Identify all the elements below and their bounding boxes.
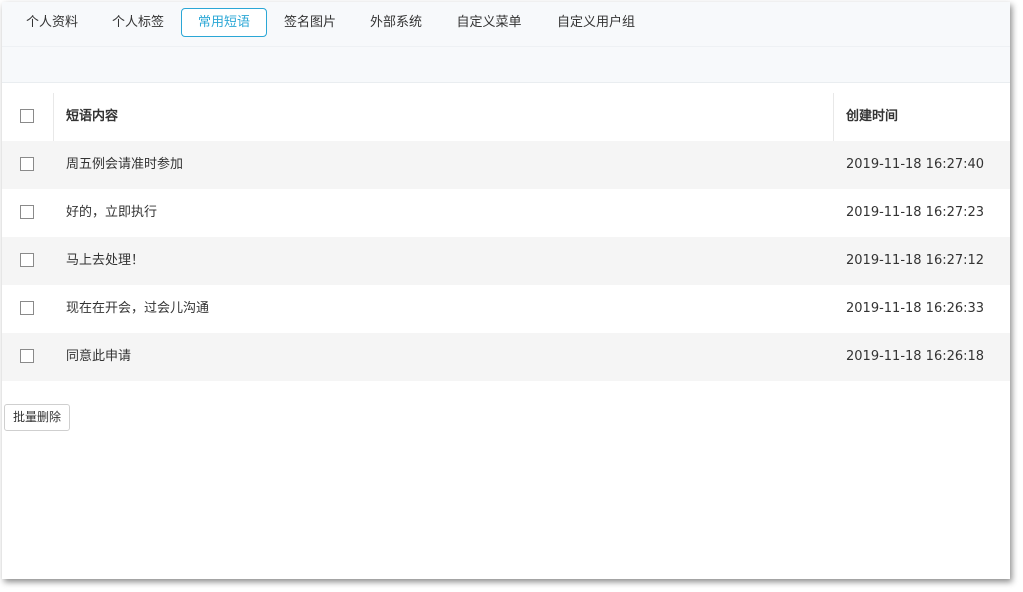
tab-personal-tags[interactable]: 个人标签 bbox=[98, 8, 178, 37]
toolbar-strip bbox=[2, 47, 1010, 83]
batch-delete-button[interactable]: 批量删除 bbox=[4, 404, 70, 431]
row-checkbox[interactable] bbox=[20, 253, 34, 267]
phrases-table: 短语内容 创建时间 周五例会请准时参加 2019-11-18 16:27:40 … bbox=[2, 93, 1010, 381]
phrase-created-time: 2019-11-18 16:27:23 bbox=[846, 205, 985, 220]
row-checkbox[interactable] bbox=[20, 205, 34, 219]
phrase-created-time: 2019-11-18 16:27:12 bbox=[846, 253, 985, 268]
column-divider bbox=[53, 93, 54, 141]
select-all-checkbox[interactable] bbox=[20, 109, 34, 123]
phrase-content: 好的，立即执行 bbox=[66, 205, 158, 220]
phrase-content: 同意此申请 bbox=[66, 349, 132, 364]
row-checkbox[interactable] bbox=[20, 301, 34, 315]
row-checkbox[interactable] bbox=[20, 349, 34, 363]
tab-signature-image[interactable]: 签名图片 bbox=[270, 8, 350, 37]
phrase-created-time: 2019-11-18 16:26:33 bbox=[846, 301, 985, 316]
table-row[interactable]: 好的，立即执行 2019-11-18 16:27:23 bbox=[2, 189, 1010, 237]
phrase-content: 现在在开会，过会儿沟通 bbox=[66, 301, 210, 316]
tab-profile[interactable]: 个人资料 bbox=[12, 8, 92, 37]
phrase-created-time: 2019-11-18 16:27:40 bbox=[846, 157, 985, 172]
tab-custom-menu[interactable]: 自定义菜单 bbox=[443, 8, 535, 37]
column-divider bbox=[833, 93, 834, 141]
phrase-created-time: 2019-11-18 16:26:18 bbox=[846, 349, 985, 364]
row-checkbox[interactable] bbox=[20, 157, 34, 171]
tab-custom-user-group[interactable]: 自定义用户组 bbox=[543, 8, 649, 37]
header-content: 短语内容 bbox=[66, 109, 119, 124]
table-header-row: 短语内容 创建时间 bbox=[2, 93, 1010, 141]
header-created-time[interactable]: 创建时间 bbox=[846, 93, 898, 141]
tab-external-systems[interactable]: 外部系统 bbox=[356, 8, 436, 37]
table-row[interactable]: 周五例会请准时参加 2019-11-18 16:27:40 bbox=[2, 141, 1010, 189]
phrase-content: 周五例会请准时参加 bbox=[66, 157, 184, 172]
phrases-window: 个人资料 个人标签 常用短语 签名图片 外部系统 自定义菜单 自定义用户组 短语… bbox=[2, 2, 1010, 579]
table-row[interactable]: 现在在开会，过会儿沟通 2019-11-18 16:26:33 bbox=[2, 285, 1010, 333]
table-row[interactable]: 同意此申请 2019-11-18 16:26:18 bbox=[2, 333, 1010, 381]
table-row[interactable]: 马上去处理！ 2019-11-18 16:27:12 bbox=[2, 237, 1010, 285]
phrase-content: 马上去处理！ bbox=[66, 253, 145, 268]
tab-bar: 个人资料 个人标签 常用短语 签名图片 外部系统 自定义菜单 自定义用户组 bbox=[2, 2, 1010, 47]
tab-common-phrases[interactable]: 常用短语 bbox=[181, 8, 267, 37]
